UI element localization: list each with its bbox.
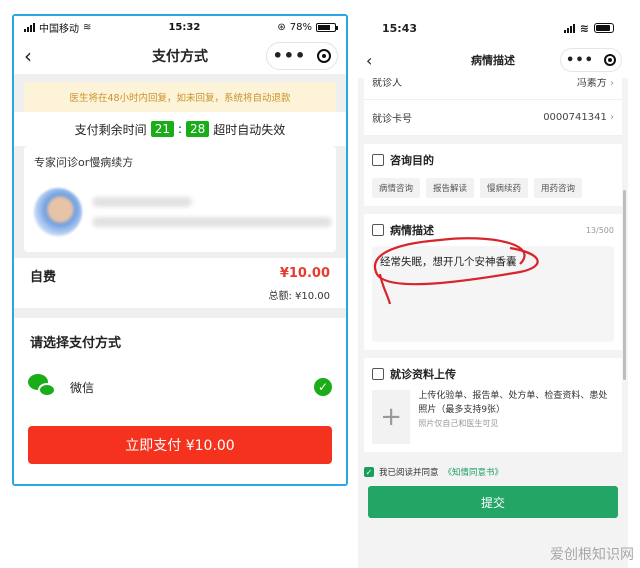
fee-section: 自费 ¥10.00 总额: ¥10.00 [14,258,346,308]
signal-icon [24,22,35,32]
back-icon[interactable]: ‹ [366,51,372,70]
pay-now-button[interactable]: 立即支付 ¥10.00 [28,426,332,464]
tag-chronic-refill[interactable]: 慢病续药 [480,178,529,198]
doctor-card: 专家问诊or慢病续方 [24,146,336,252]
page-title: 支付方式 [152,49,208,65]
add-photo-button[interactable]: + [372,390,411,444]
checkmark-icon[interactable]: ✓ [314,378,332,396]
char-count: 13/500 [585,225,614,235]
red-annotation-circle [373,237,539,305]
payment-method-section: 请选择支付方式 微信 ✓ 立即支付 ¥10.00 [14,318,346,484]
nav-bar: ‹ 病情描述 ••• [358,42,628,78]
status-icons: ≋ [563,21,614,35]
upload-heading: 就诊资料上传 [372,366,614,382]
right-phone-screen: 15:43 ≋ ‹ 病情描述 ••• 就诊人 冯素方 就诊卡号 00007413… [358,14,628,568]
chat-icon [372,154,384,166]
countdown-minutes: 21 [150,121,174,137]
upload-heading-text: 就诊资料上传 [390,368,456,381]
scrollbar[interactable] [623,190,626,380]
doctor-details-blurred [92,197,332,227]
tag-condition-consult[interactable]: 病情咨询 [372,178,421,198]
refund-notice: 医生将在48小时内回复，如未回复，系统将自动退款 [24,82,336,112]
submit-button[interactable]: 提交 [368,486,618,518]
doctor-hospital-blurred [92,217,332,227]
upload-instructions: 上传化验单、报告单、处方单、检查资料、患处照片（最多支持9张） 照片仅自己和医生… [418,390,614,444]
payment-heading: 请选择支付方式 [30,336,122,351]
upload-section: 就诊资料上传 + 上传化验单、报告单、处方单、检查资料、患处照片（最多支持9张）… [364,358,622,452]
agreement-row[interactable]: ✓ 我已阅读并同意 《知情同意书》 [364,466,622,478]
rotation-lock-icon: ⊛ [277,21,286,33]
upload-text: 上传化验单、报告单、处方单、检查资料、患处照片（最多支持9张） [418,391,608,415]
close-miniprogram-icon[interactable] [317,49,332,63]
wifi-icon: ≋ [83,21,92,33]
card-number-row[interactable]: 就诊卡号 0000741341 [364,100,622,136]
wechat-icon [28,372,58,402]
description-section: 病情描述 13/500 经常失眠，想开几个安神香囊 [364,214,622,350]
purpose-heading-text: 咨询目的 [390,154,434,167]
agree-checkbox[interactable]: ✓ [364,467,374,477]
more-icon[interactable]: ••• [566,54,594,67]
doctor-avatar [34,188,82,236]
more-icon[interactable]: ••• [273,48,307,64]
purpose-tags: 病情咨询 报告解读 慢病续药 用药咨询 [372,178,614,198]
doctor-info [34,188,332,236]
countdown-suffix: 超时自动失效 [213,122,286,137]
wifi-icon: ≋ [579,21,589,35]
status-time: 15:32 [168,21,201,33]
watermark: 爱创根知识网 [550,547,634,563]
wechat-label: 微信 [70,380,95,395]
wechat-pay-option[interactable]: 微信 ✓ [28,372,332,402]
fee-total: 总额: ¥10.00 [268,291,330,302]
countdown-seconds: 28 [186,121,210,137]
signal-icon [563,23,575,33]
upload-note: 照片仅自己和医生可见 [418,418,499,428]
battery-icon [594,23,614,33]
upload-row: + 上传化验单、报告单、处方单、检查资料、患处照片（最多支持9张） 照片仅自己和… [372,390,614,444]
doctor-name-blurred [92,197,192,207]
status-time: 15:43 [382,21,418,35]
status-bar: 15:43 ≋ [358,14,628,42]
description-textarea[interactable]: 经常失眠，想开几个安神香囊 [372,237,614,342]
consent-link[interactable]: 《知情同意书》 [444,466,504,478]
miniprogram-capsule: ••• [266,42,338,70]
fee-label: 自费 [30,270,57,285]
payment-countdown: 支付剩余时间 21 : 28 超时自动失效 [14,112,346,146]
countdown-prefix: 支付剩余时间 [74,122,147,137]
back-icon[interactable]: ‹ [24,44,32,68]
battery-icon [315,22,338,32]
status-left: 中国移动 ≋ [24,20,91,35]
status-bar: 中国移动 ≋ 15:32 ⊛ 78% [14,16,346,38]
agree-text: 我已阅读并同意 [379,468,439,478]
tag-report-reading[interactable]: 报告解读 [426,178,475,198]
purpose-heading: 咨询目的 [372,152,614,168]
purpose-section: 咨询目的 病情咨询 报告解读 慢病续药 用药咨询 [364,144,622,206]
service-name: 专家问诊or慢病续方 [34,156,134,169]
carrier-label: 中国移动 [39,23,79,35]
nav-bar: ‹ 支付方式 ••• [14,38,346,74]
page-title: 病情描述 [471,54,515,67]
tag-medication-consult[interactable]: 用药咨询 [534,178,583,198]
card-value: 0000741341 [543,112,614,123]
status-right: ⊛ 78% [277,21,338,33]
countdown-separator: : [177,122,183,136]
folder-icon [372,368,384,380]
battery-percent: 78% [289,21,312,33]
left-phone-screen: 中国移动 ≋ 15:32 ⊛ 78% ‹ 支付方式 ••• 医生将在48小时内回… [12,14,348,486]
card-label: 就诊卡号 [372,114,412,125]
fee-price: ¥10.00 [279,266,330,281]
close-miniprogram-icon[interactable] [603,54,616,66]
miniprogram-capsule: ••• [560,48,622,72]
